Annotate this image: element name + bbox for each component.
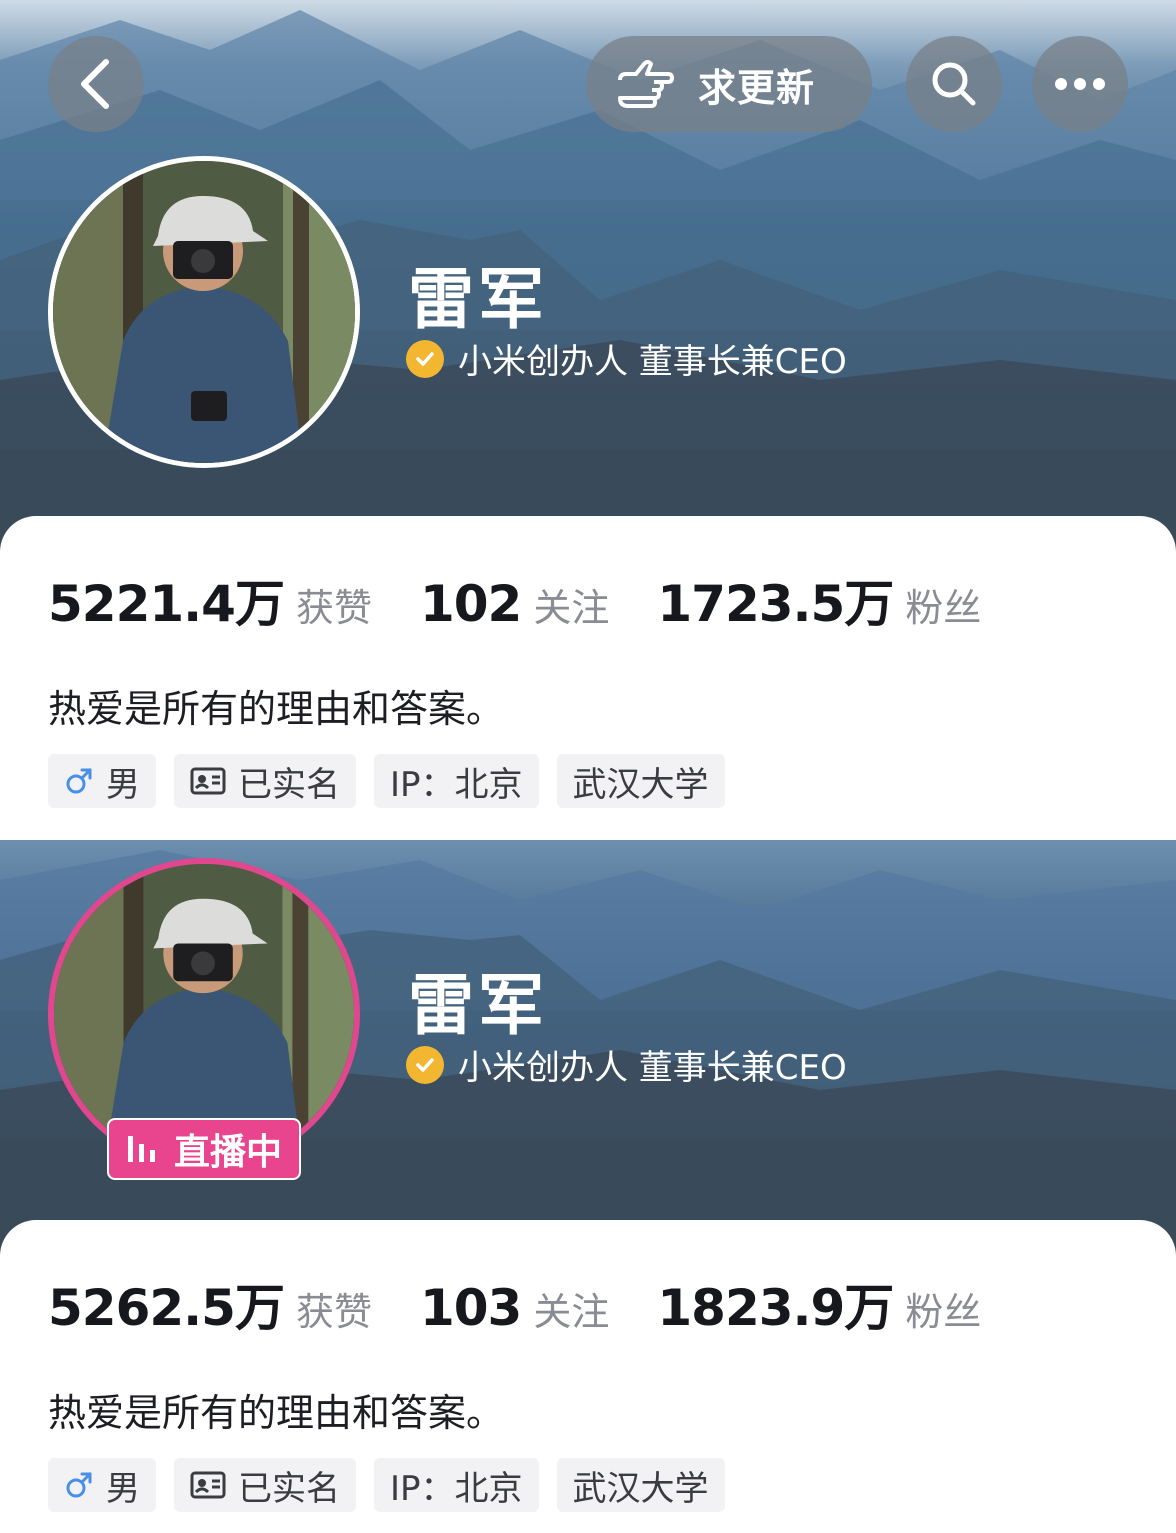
pointing-hand-icon bbox=[618, 60, 674, 108]
tag-verified-identity: 已实名 bbox=[174, 754, 356, 808]
stats-row: 5221.4万 获赞 102 关注 1723.5万 粉丝 bbox=[48, 564, 1029, 636]
avatar-photo bbox=[53, 161, 355, 463]
tag-ip-location-text: IP：北京 bbox=[390, 1468, 523, 1509]
stat-followers-label: 粉丝 bbox=[905, 586, 982, 630]
tag-gender-text: 男 bbox=[106, 1468, 140, 1509]
stats-row: 5262.5万 获赞 103 关注 1823.9万 粉丝 bbox=[48, 1268, 1029, 1340]
check-badge-icon bbox=[406, 339, 444, 378]
stat-likes[interactable]: 5262.5万 获赞 bbox=[48, 1268, 372, 1340]
tag-gender: 男 bbox=[48, 1458, 156, 1512]
live-badge[interactable]: 直播中 bbox=[107, 1118, 301, 1180]
stat-likes-value: 5221.4万 bbox=[48, 575, 285, 633]
profile-panel-1: 求更新 雷军 小米创办人 董事长兼CEO 5221.4万 获赞 102 关注 1… bbox=[0, 0, 1176, 840]
bio-text: 热爱是所有的理由和答案。 bbox=[48, 687, 505, 731]
request-update-button[interactable]: 求更新 bbox=[586, 36, 872, 132]
tag-list: 男 已实名 IP：北京 武汉大学 bbox=[48, 754, 725, 808]
profile-info-card: 5262.5万 获赞 103 关注 1823.9万 粉丝 热爱是所有的理由和答案… bbox=[0, 1220, 1176, 1533]
stat-followers[interactable]: 1723.5万 粉丝 bbox=[657, 564, 981, 636]
tag-list: 男 已实名 IP：北京 武汉大学 bbox=[48, 1458, 725, 1512]
stat-following-label: 关注 bbox=[533, 1290, 610, 1334]
chevron-left-icon bbox=[81, 59, 109, 109]
id-card-icon bbox=[190, 767, 226, 795]
tag-ip-location: IP：北京 bbox=[374, 1458, 539, 1512]
stat-likes-value: 5262.5万 bbox=[48, 1279, 285, 1337]
stat-following-value: 103 bbox=[419, 1279, 522, 1337]
more-button[interactable] bbox=[1032, 36, 1128, 132]
tag-gender-text: 男 bbox=[106, 764, 140, 805]
stat-followers[interactable]: 1823.9万 粉丝 bbox=[657, 1268, 981, 1340]
tag-school-text: 武汉大学 bbox=[572, 1468, 709, 1509]
stat-likes-label: 获赞 bbox=[295, 586, 372, 630]
stat-following[interactable]: 103 关注 bbox=[420, 1279, 609, 1337]
request-update-label: 求更新 bbox=[698, 65, 816, 110]
tag-verified-identity-text: 已实名 bbox=[238, 764, 340, 805]
profile-cover: 求更新 雷军 小米创办人 董事长兼CEO bbox=[0, 0, 1176, 560]
stat-following-value: 102 bbox=[419, 575, 522, 633]
avatar[interactable] bbox=[48, 156, 360, 468]
tag-school[interactable]: 武汉大学 bbox=[556, 754, 725, 808]
live-badge-label: 直播中 bbox=[173, 1132, 282, 1173]
tag-verified-identity-text: 已实名 bbox=[238, 1468, 340, 1509]
back-button[interactable] bbox=[48, 36, 144, 132]
profile-cover: 直播中 雷军 小米创办人 董事长兼CEO bbox=[0, 840, 1176, 1260]
verified-title-text: 小米创办人 董事长兼CEO bbox=[458, 342, 847, 382]
tag-ip-location: IP：北京 bbox=[374, 754, 539, 808]
search-icon bbox=[932, 62, 976, 106]
tag-gender: 男 bbox=[48, 754, 156, 808]
stat-followers-value: 1723.5万 bbox=[657, 575, 894, 633]
stat-followers-label: 粉丝 bbox=[905, 1290, 982, 1334]
stat-likes-label: 获赞 bbox=[295, 1290, 372, 1334]
stat-following[interactable]: 102 关注 bbox=[420, 575, 609, 633]
profile-info-card: 5221.4万 获赞 102 关注 1723.5万 粉丝 热爱是所有的理由和答案… bbox=[0, 516, 1176, 840]
tag-school-text: 武汉大学 bbox=[572, 764, 709, 805]
id-card-icon bbox=[190, 1471, 226, 1499]
verified-title: 小米创办人 董事长兼CEO bbox=[406, 1040, 847, 1089]
stat-likes[interactable]: 5221.4万 获赞 bbox=[48, 564, 372, 636]
search-button[interactable] bbox=[906, 36, 1002, 132]
profile-panel-2: 直播中 雷军 小米创办人 董事长兼CEO 5262.5万 获赞 103 关注 1… bbox=[0, 840, 1176, 1533]
verified-title: 小米创办人 董事长兼CEO bbox=[406, 334, 847, 383]
male-icon bbox=[66, 1472, 92, 1498]
male-icon bbox=[66, 768, 92, 794]
more-dots-icon bbox=[1055, 78, 1105, 90]
profile-name: 雷军 bbox=[408, 261, 548, 338]
live-bars-icon bbox=[127, 1136, 155, 1162]
tag-verified-identity: 已实名 bbox=[174, 1458, 356, 1512]
bio-text: 热爱是所有的理由和答案。 bbox=[48, 1391, 505, 1435]
profile-name: 雷军 bbox=[408, 967, 548, 1044]
verified-title-text: 小米创办人 董事长兼CEO bbox=[458, 1048, 847, 1088]
stat-followers-value: 1823.9万 bbox=[657, 1279, 894, 1337]
stat-following-label: 关注 bbox=[533, 586, 610, 630]
tag-school[interactable]: 武汉大学 bbox=[556, 1458, 725, 1512]
tag-ip-location-text: IP：北京 bbox=[390, 764, 523, 805]
check-badge-icon bbox=[406, 1045, 444, 1084]
